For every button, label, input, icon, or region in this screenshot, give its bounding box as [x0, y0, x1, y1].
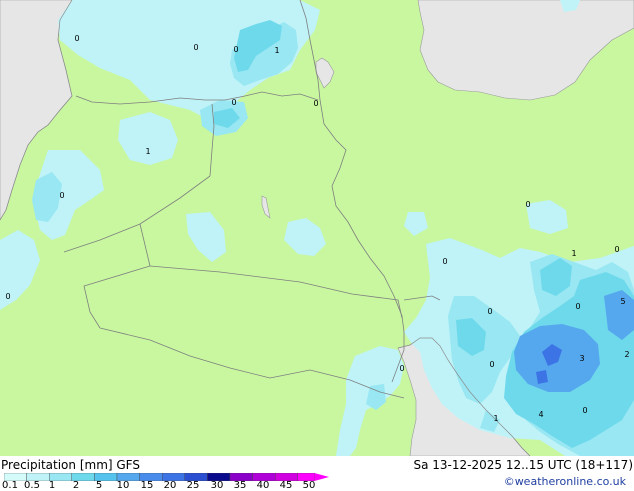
scale-arrow [314, 473, 329, 481]
value-label: 0 [233, 45, 238, 54]
forecast-datetime: Sa 13-12-2025 12..15 UTC (18+117) [413, 458, 633, 472]
credit-link[interactable]: ©weatheronline.co.uk [504, 475, 626, 489]
value-label: 0 [525, 200, 530, 209]
value-label: 0 [5, 292, 10, 301]
footer: Precipitation [mm] GFS Sa 13-12-2025 12.… [0, 456, 634, 491]
map-title: Precipitation [mm] GFS [1, 458, 140, 472]
value-label: 1 [493, 414, 498, 423]
value-label: 0 [442, 257, 447, 266]
value-label: 1 [571, 249, 576, 258]
value-label: 0 [575, 302, 580, 311]
value-label: 0 [59, 191, 64, 200]
value-label: 0 [193, 43, 198, 52]
value-label: 0 [487, 307, 492, 316]
value-label: 1 [274, 46, 279, 55]
value-label: 0 [313, 99, 318, 108]
value-label: 0 [582, 406, 587, 415]
value-label: 4 [538, 410, 543, 419]
value-label: 0 [231, 98, 236, 107]
precipitation-map: 0 0 0 1 0 0 1 0 0 0 0 1 0 0 0 0 3 2 0 1 4 0 5 [0, 0, 634, 456]
value-label: 0 [74, 34, 79, 43]
value-label: 0 [489, 360, 494, 369]
value-label: 2 [624, 350, 629, 359]
value-label: 1 [145, 147, 150, 156]
value-label: 0 [614, 245, 619, 254]
value-label: 0 [399, 364, 404, 373]
value-label: 5 [620, 297, 625, 306]
value-label: 3 [579, 354, 584, 363]
